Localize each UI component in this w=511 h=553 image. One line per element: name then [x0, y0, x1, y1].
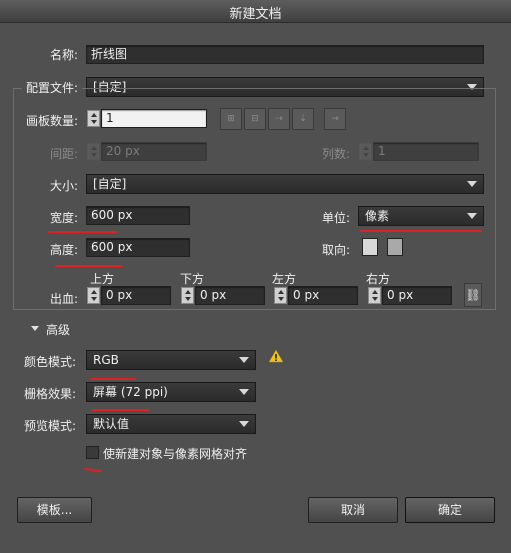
- cancel-button[interactable]: 取消: [308, 497, 398, 523]
- spacing-input: 20 px: [101, 142, 207, 161]
- bleed-label: 出血:: [50, 292, 79, 306]
- units-label: 单位:: [322, 211, 351, 225]
- orientation-label: 取向:: [322, 243, 351, 257]
- bleed-right-label: 右方: [366, 272, 391, 286]
- artboard-count-label: 画板数量:: [26, 114, 79, 128]
- name-input[interactable]: 折线图: [86, 45, 484, 64]
- size-value: [自定]: [93, 177, 127, 191]
- bleed-bottom-stepper[interactable]: [181, 287, 194, 304]
- chevron-down-icon: [467, 213, 477, 219]
- annotation-underline: [83, 467, 103, 473]
- units-dropdown[interactable]: 像素: [358, 206, 484, 226]
- annotation-underline: [90, 378, 136, 380]
- color-mode-label: 颜色模式:: [24, 355, 77, 369]
- chevron-down-icon: [239, 389, 249, 395]
- size-label: 大小:: [50, 179, 79, 193]
- link-icon[interactable]: ⛓: [464, 283, 482, 307]
- preview-mode-label: 预览模式:: [24, 419, 77, 433]
- title-bar: 新建文档: [0, 0, 511, 23]
- grid-by-column-icon[interactable]: ⊟: [244, 108, 266, 130]
- bleed-top-stepper[interactable]: [87, 287, 100, 304]
- raster-effects-dropdown[interactable]: 屏幕 (72 ppi): [86, 382, 256, 402]
- bleed-right-stepper[interactable]: [368, 287, 381, 304]
- bleed-left-input[interactable]: 0 px: [288, 286, 358, 305]
- color-mode-dropdown[interactable]: RGB: [86, 350, 256, 370]
- artboard-count-input[interactable]: 1: [101, 109, 207, 128]
- warning-icon: [268, 349, 284, 363]
- artboard-count-stepper[interactable]: [87, 110, 100, 127]
- advanced-label[interactable]: 高级: [46, 321, 70, 338]
- landscape-orientation-icon[interactable]: [387, 238, 403, 256]
- right-to-left-icon[interactable]: →: [324, 108, 346, 130]
- columns-label: 列数:: [322, 147, 351, 161]
- arrange-by-row-icon[interactable]: ⇢: [268, 108, 290, 130]
- annotation-underline: [360, 230, 482, 232]
- bleed-left-label: 左方: [272, 272, 297, 286]
- bleed-bottom-input[interactable]: 0 px: [195, 286, 265, 305]
- portrait-orientation-icon[interactable]: [362, 238, 378, 256]
- width-input[interactable]: 600 px: [86, 206, 190, 225]
- preview-mode-dropdown[interactable]: 默认值: [86, 414, 256, 434]
- annotation-underline: [55, 265, 123, 267]
- chevron-down-icon: [239, 421, 249, 427]
- name-label: 名称:: [50, 48, 79, 62]
- columns-input: 1: [373, 142, 479, 161]
- align-pixel-grid-checkbox[interactable]: [86, 446, 99, 459]
- bleed-top-label: 上方: [90, 272, 115, 286]
- spacing-stepper: [87, 143, 100, 160]
- align-pixel-grid-label: 使新建对象与像素网格对齐: [103, 447, 248, 461]
- columns-stepper: [359, 143, 372, 160]
- grid-by-row-icon[interactable]: ⊞: [220, 108, 242, 130]
- profile-label-overlay: 配置文件:: [26, 81, 79, 95]
- ok-button[interactable]: 确定: [405, 497, 495, 523]
- size-dropdown[interactable]: [自定]: [86, 174, 484, 194]
- annotation-underline: [48, 231, 118, 233]
- chevron-down-icon: [239, 357, 249, 363]
- units-value: 像素: [365, 209, 390, 223]
- window-title: 新建文档: [229, 7, 282, 22]
- width-label: 宽度:: [50, 211, 79, 225]
- height-label: 高度:: [50, 243, 79, 257]
- collapse-triangle-icon[interactable]: [31, 326, 39, 331]
- color-mode-value: RGB: [93, 353, 119, 367]
- chevron-down-icon: [467, 181, 477, 187]
- spacing-label: 间距:: [50, 147, 79, 161]
- annotation-underline: [92, 409, 150, 411]
- bleed-top-input[interactable]: 0 px: [101, 286, 171, 305]
- templates-button[interactable]: 模板...: [17, 497, 92, 523]
- raster-effects-value: 屏幕 (72 ppi): [93, 385, 168, 399]
- height-input[interactable]: 600 px: [86, 238, 190, 257]
- bleed-bottom-label: 下方: [180, 272, 205, 286]
- preview-mode-value: 默认值: [93, 417, 130, 431]
- raster-effects-label: 栅格效果:: [24, 387, 77, 401]
- arrange-by-column-icon[interactable]: ⇣: [292, 108, 314, 130]
- bleed-left-stepper[interactable]: [274, 287, 287, 304]
- bleed-right-input[interactable]: 0 px: [382, 286, 452, 305]
